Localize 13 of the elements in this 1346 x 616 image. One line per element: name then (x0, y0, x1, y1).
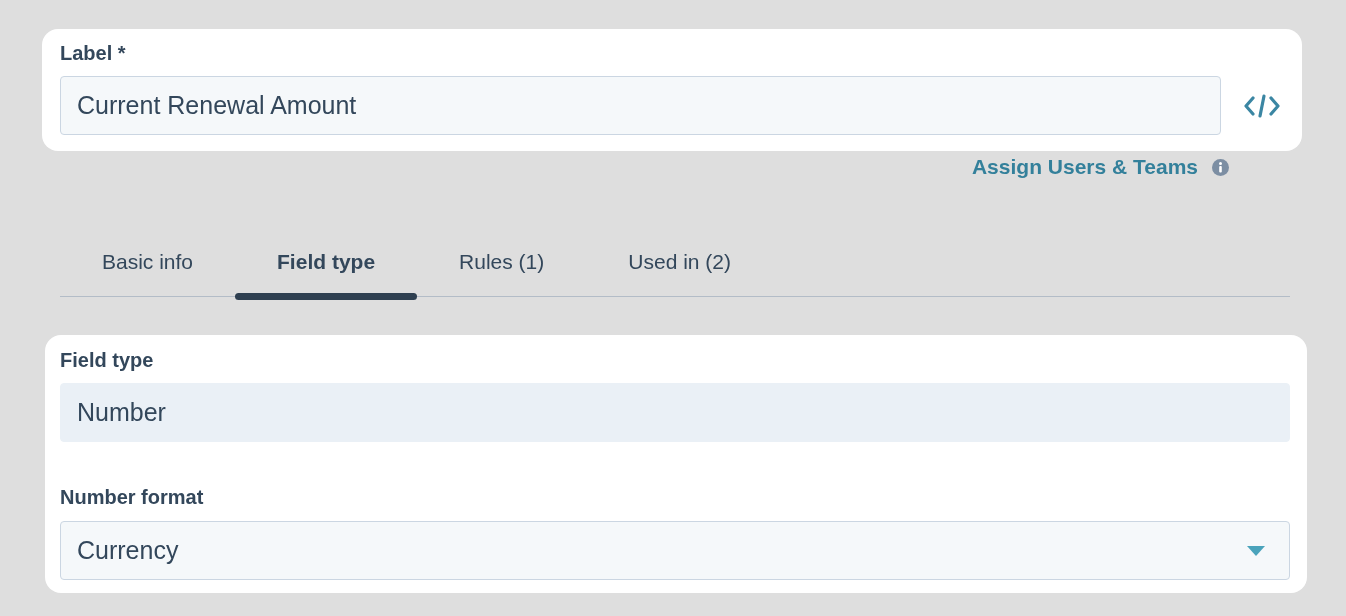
code-icon[interactable] (1243, 93, 1280, 118)
field-label: Label * (60, 41, 126, 65)
tab[interactable]: Basic info (60, 230, 236, 300)
field-type-input: Number (60, 383, 1290, 442)
tab[interactable]: Rules (1) (417, 230, 587, 300)
tab[interactable]: Used in (2) (586, 230, 773, 300)
tab[interactable]: Field type (235, 230, 418, 300)
info-icon[interactable] (1212, 158, 1229, 176)
caret-icon (1247, 545, 1265, 556)
number-format-select[interactable]: Currency (60, 521, 1290, 580)
label-input[interactable]: Current Renewal Amount (60, 76, 1221, 135)
field-label: Number format (60, 485, 204, 509)
field-label: Field type (60, 348, 154, 372)
